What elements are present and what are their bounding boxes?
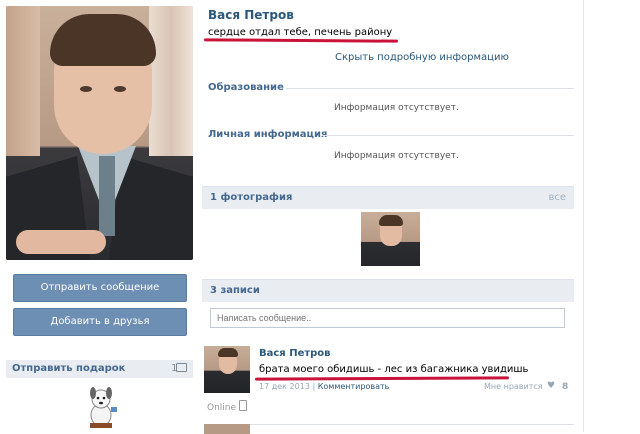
like-count: 8 <box>562 382 569 392</box>
photo-eye-left <box>80 86 92 92</box>
heart-icon[interactable]: ♥ <box>547 381 555 391</box>
photo-tie <box>99 156 115 236</box>
post-avatar-hair <box>218 348 238 357</box>
hide-info-link[interactable]: Скрыть подробную информацию <box>335 52 509 63</box>
send-gift-header[interactable]: Отправить подарок 1 <box>6 360 193 378</box>
add-friend-button[interactable]: Добавить в друзья <box>13 308 187 336</box>
photo-hand <box>16 230 106 254</box>
wall-message-input[interactable] <box>210 308 565 328</box>
photos-header[interactable]: 1 фотография все <box>202 186 574 209</box>
photo-thumbnail[interactable] <box>361 212 420 266</box>
post-date[interactable]: 17 дек 2013 <box>259 382 310 391</box>
photo-background <box>6 6 40 156</box>
education-divider <box>286 88 574 89</box>
profile-status[interactable]: сердце отдал тебе, печень району <box>208 27 392 38</box>
post-author-avatar[interactable] <box>204 346 250 393</box>
personal-info-title: Личная информация <box>208 129 328 140</box>
post-underline <box>254 376 510 381</box>
profile-name: Вася Петров <box>208 8 294 22</box>
online-indicator: Online <box>207 400 248 413</box>
online-label: Online <box>207 403 237 413</box>
column-edge <box>583 0 584 432</box>
photo-hair <box>50 14 156 66</box>
wall-title: 3 записи <box>210 285 260 296</box>
education-value: Информация отсутствует. <box>334 103 459 113</box>
personal-info-value: Информация отсутствует. <box>334 151 459 161</box>
like-label[interactable]: Мне нравится <box>484 382 543 391</box>
post-author-name[interactable]: Вася Петров <box>259 348 331 359</box>
next-post-avatar[interactable] <box>204 424 250 434</box>
personal-info-divider <box>322 135 574 136</box>
mobile-phone-icon <box>239 400 248 411</box>
profile-photo[interactable] <box>6 6 193 260</box>
post-text: брата моего обидишь - лес из багажника у… <box>259 364 529 375</box>
send-message-button[interactable]: Отправить сообщение <box>13 274 187 302</box>
thumb-hair <box>379 215 403 226</box>
status-underline <box>203 38 399 43</box>
photos-title: 1 фотография <box>210 192 293 203</box>
dog-gift-icon[interactable] <box>84 385 118 429</box>
comment-link[interactable]: Комментировать <box>318 382 390 391</box>
photo-background-curtain <box>149 6 193 156</box>
gift-box-icon <box>176 363 187 372</box>
next-post-divider <box>250 424 574 425</box>
education-title: Образование <box>208 82 284 93</box>
send-gift-title: Отправить подарок <box>12 363 126 374</box>
photo-eye-right <box>114 86 126 92</box>
post-meta: 17 дек 2013 | Комментировать <box>259 382 389 391</box>
wall-header[interactable]: 3 записи <box>202 279 574 302</box>
post-meta-separator: | <box>312 382 316 391</box>
photos-all-link[interactable]: все <box>548 192 566 203</box>
